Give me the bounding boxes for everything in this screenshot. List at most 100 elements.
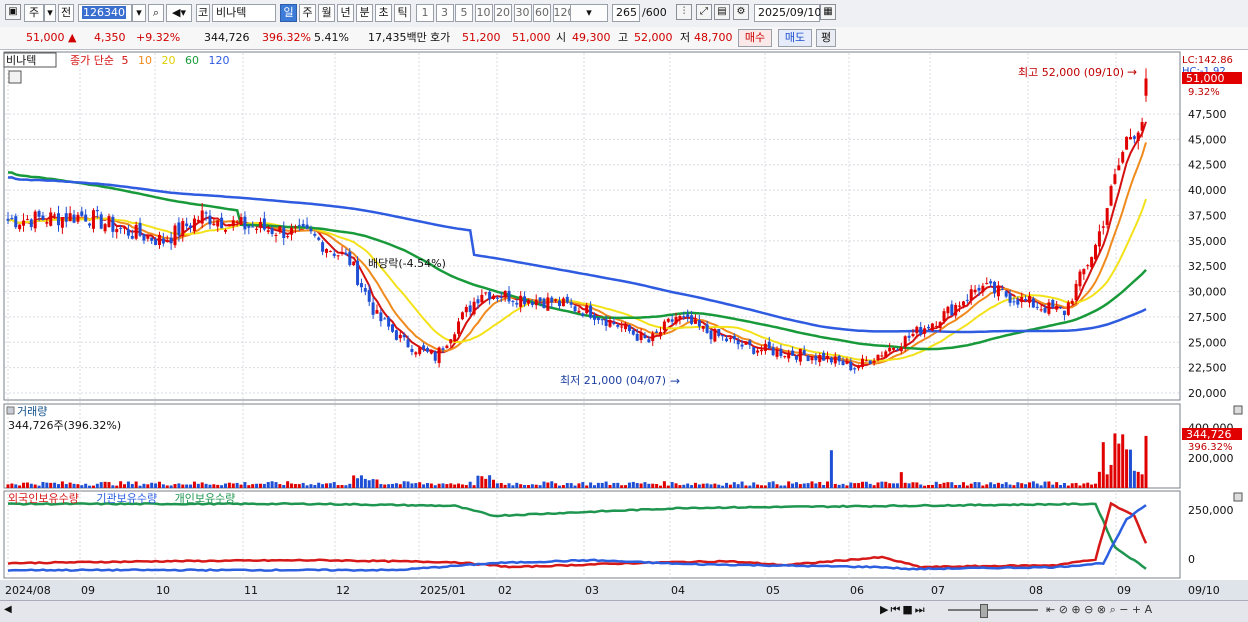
volume-bar	[958, 484, 962, 488]
interval-button-20[interactable]: 20	[494, 4, 512, 22]
period-button-0[interactable]: 일	[280, 4, 297, 22]
volume-bar	[56, 484, 60, 488]
interval-button-1[interactable]: 1	[416, 4, 434, 22]
volume-bar	[907, 483, 911, 488]
volume-bar	[95, 483, 99, 488]
volume-bar	[589, 482, 593, 488]
volume-bar	[662, 481, 666, 488]
sell-button[interactable]: 매도	[778, 29, 812, 47]
candle	[495, 297, 499, 299]
candle	[344, 252, 348, 255]
svg-text:비나텍: 비나텍	[6, 54, 36, 67]
chart-canvas[interactable]: 비나텍 종가 단순 5 10 20 60 120 최고 52,000 (09/1…	[0, 50, 1248, 600]
count-input[interactable]: 265	[612, 4, 640, 22]
legend-ma20[interactable]: 20	[161, 54, 175, 67]
volume-bar	[546, 482, 550, 488]
scroll-left-icon[interactable]: ◀	[4, 604, 12, 615]
volume-bar	[794, 482, 798, 488]
playback-controls[interactable]: ▶⏮■⏭	[880, 603, 927, 617]
candle-icon[interactable]: ⫶	[676, 4, 692, 20]
interval-button-30[interactable]: 30	[513, 4, 532, 22]
date-input[interactable]: 2025/09/10	[754, 4, 821, 22]
interval-button-120[interactable]: 120	[552, 4, 575, 22]
buy-button[interactable]: 매수	[738, 29, 772, 47]
volume-bar	[301, 482, 305, 488]
interval-button-5[interactable]: 5	[455, 4, 473, 22]
volume-bar	[157, 481, 161, 488]
legend-ma5[interactable]: 5	[121, 54, 128, 67]
legend-institution[interactable]: 기관보유수량	[96, 492, 157, 505]
volume-bar	[748, 485, 752, 488]
candle	[414, 352, 418, 355]
period-button-2[interactable]: 월	[318, 4, 335, 22]
legend-ma10[interactable]: 10	[138, 54, 152, 67]
volume-bar	[375, 479, 379, 488]
volume-bar	[138, 485, 142, 488]
volume-bar	[717, 484, 721, 488]
candle	[321, 242, 325, 252]
tool-icons[interactable]: ⇤ ⊘ ⊕ ⊖ ⊗ ⌕ − + A	[1046, 603, 1152, 617]
code-input[interactable]: 126340	[78, 4, 132, 22]
period-button-6[interactable]: 틱	[394, 4, 411, 22]
eval-button[interactable]: 평	[816, 29, 836, 47]
window-icon[interactable]: ▣	[5, 4, 21, 20]
period-button-4[interactable]: 분	[356, 4, 373, 22]
speaker-icon[interactable]: ◀▾	[166, 4, 192, 22]
legend-ma60[interactable]: 60	[185, 54, 199, 67]
period-button-5[interactable]: 초	[375, 4, 392, 22]
price-tick-label: 25,000	[1188, 336, 1227, 349]
zoom-handle[interactable]	[980, 604, 988, 618]
interval-button-3[interactable]: 3	[435, 4, 454, 22]
candle	[111, 216, 115, 232]
close-icon[interactable]	[1233, 405, 1243, 415]
volume-bar	[200, 482, 204, 488]
close-icon[interactable]	[1233, 492, 1243, 502]
volume-bar	[728, 484, 732, 488]
candle	[169, 237, 173, 244]
chart-scrollbar[interactable]: ◀ ▶⏮■⏭ ⇤ ⊘ ⊕ ⊖ ⊗ ⌕ − + A	[0, 600, 1248, 622]
volume-bar	[550, 481, 554, 488]
volume-bar	[884, 481, 888, 488]
volume-bar	[212, 484, 216, 488]
candle	[181, 221, 185, 237]
volume-bar	[759, 485, 763, 488]
save-icon[interactable]: ▤	[714, 4, 730, 20]
bid-value: 51,000	[512, 31, 551, 44]
custom-interval-select[interactable]: ▾	[570, 4, 608, 22]
volume-bar	[1055, 482, 1059, 488]
period-button-1[interactable]: 주	[299, 4, 316, 22]
volume-bar	[340, 484, 344, 488]
cross-icon[interactable]: ⤢	[696, 4, 712, 20]
calendar-icon[interactable]: ▦	[820, 4, 836, 20]
x-tick-label: 2024/08	[5, 584, 51, 597]
candle	[833, 356, 837, 364]
legend-foreign[interactable]: 외국인보유수량	[8, 492, 79, 505]
interval-button-10[interactable]: 10	[474, 4, 493, 22]
zoom-slider[interactable]	[948, 609, 1038, 611]
volume-title: 거래량	[17, 405, 47, 418]
legend-ma120[interactable]: 120	[208, 54, 229, 67]
prev-button[interactable]: 전	[58, 4, 74, 22]
candle	[829, 357, 833, 363]
chevron-down-icon[interactable]: ▾	[44, 4, 56, 22]
period-button-3[interactable]: 년	[337, 4, 354, 22]
candle	[134, 224, 138, 239]
candle	[1082, 268, 1086, 275]
volume-bar	[309, 484, 313, 488]
volume-bar	[14, 484, 18, 488]
volume-bar	[876, 482, 880, 488]
volume-bar	[655, 483, 659, 488]
volume-bar	[379, 484, 383, 488]
grid-toggle-icon[interactable]	[8, 70, 22, 84]
candle	[841, 360, 845, 366]
volume-panel-icon[interactable]	[6, 406, 15, 415]
candle	[453, 334, 457, 342]
chevron-down-icon[interactable]: ▾	[132, 4, 146, 22]
gear-icon[interactable]: ⚙	[733, 4, 749, 20]
period-select[interactable]: 주	[24, 4, 44, 22]
interval-button-60[interactable]: 60	[533, 4, 551, 22]
stock-name-field[interactable]: 비나텍	[212, 4, 276, 22]
legend-individual[interactable]: 개인보유수량	[175, 492, 236, 505]
search-icon[interactable]: ⌕	[148, 4, 164, 22]
candle	[313, 233, 317, 236]
